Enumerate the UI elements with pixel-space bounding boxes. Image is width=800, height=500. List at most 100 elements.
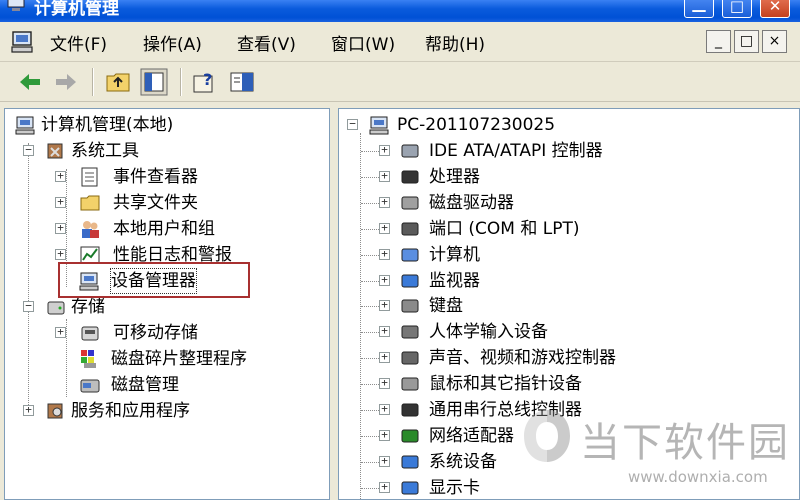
computer-icon (15, 116, 35, 135)
expand-icon[interactable]: + (379, 222, 390, 234)
minimize-button[interactable]: — (684, 0, 714, 19)
tree-label: 磁盘管理 (111, 375, 179, 395)
forward-arrow-icon[interactable] (52, 68, 80, 96)
expand-icon[interactable]: + (379, 299, 390, 312)
watermark: 当下软件园 www.downxia.com (510, 402, 800, 500)
computer-management-icon (7, 0, 25, 11)
maximize-button[interactable]: □ (722, 0, 752, 18)
expand-icon[interactable]: + (55, 222, 66, 234)
tree-label: 键盘 (429, 296, 463, 317)
mdi-minimize-button[interactable]: _ (706, 30, 731, 53)
ide-controller-icon (401, 144, 419, 158)
tree-label: 共享文件夹 (113, 193, 198, 213)
tree-line (66, 319, 67, 397)
minimize-icon: — (691, 1, 707, 19)
tree-label: 存储 (71, 297, 105, 317)
tree-label: 磁盘驱动器 (429, 192, 514, 213)
tree-label: 系统设备 (429, 451, 497, 472)
tree-label: 系统工具 (71, 141, 139, 161)
network-adapter-icon (401, 429, 419, 443)
usb-icon (401, 403, 419, 417)
title-bar[interactable]: 计算机管理 — □ ✕ (0, 0, 800, 22)
tree-line (361, 176, 379, 178)
menu-view[interactable]: 查看(V) (237, 30, 296, 55)
tree-line (28, 143, 29, 413)
close-icon: ✕ (768, 0, 782, 15)
console-tree-pane[interactable]: 计算机管理(本地) − 系统工具 + 事件查看器 + 共享文件夹 + 本地用户和… (4, 108, 330, 500)
expand-icon[interactable]: + (379, 377, 390, 390)
tree-label: 计算机 (429, 244, 480, 265)
show-action-pane-icon[interactable] (228, 68, 256, 96)
services-icon (47, 403, 63, 419)
tree-label: 计算机管理(本地) (41, 115, 174, 135)
expand-icon[interactable]: + (379, 403, 390, 415)
tree-label: 监视器 (429, 270, 480, 291)
collapse-icon[interactable]: − (23, 300, 34, 312)
users-icon (82, 221, 99, 238)
expand-icon[interactable]: + (379, 429, 390, 441)
mdi-restore-button[interactable]: □ (734, 30, 759, 53)
expand-icon[interactable]: + (379, 351, 390, 364)
tree-line (361, 461, 379, 463)
tree-label: 鼠标和其它指针设备 (429, 374, 582, 395)
tree-label: 端口 (COM 和 LPT) (429, 218, 580, 239)
menu-action[interactable]: 操作(A) (143, 30, 202, 55)
tree-line (361, 228, 379, 230)
computer-icon (369, 116, 389, 135)
tree-line (361, 384, 379, 386)
menu-bar: 文件(F) 操作(A) 查看(V) 窗口(W) 帮助(H) _ □ × (0, 22, 800, 62)
collapse-icon[interactable]: − (23, 144, 34, 156)
menu-help[interactable]: 帮助(H) (425, 30, 485, 55)
event-viewer-icon (81, 167, 98, 187)
watermark-logo-icon (524, 410, 570, 462)
expand-icon[interactable]: + (379, 274, 390, 286)
mdi-close-button[interactable]: × (762, 30, 787, 53)
show-tree-icon[interactable] (140, 68, 168, 96)
shared-folder-icon (80, 195, 100, 211)
expand-icon[interactable]: + (55, 170, 66, 182)
keyboard-icon (401, 299, 419, 313)
tree-line (361, 202, 379, 204)
menu-window[interactable]: 窗口(W) (331, 30, 395, 55)
up-folder-icon[interactable] (104, 68, 132, 96)
back-arrow-icon[interactable] (16, 68, 44, 96)
tree-line (361, 410, 379, 411)
tree-label: 服务和应用程序 (71, 401, 190, 421)
defrag-icon (81, 350, 96, 368)
toolbar-separator (92, 68, 94, 96)
tree-label: 显示卡 (429, 477, 480, 498)
expand-icon[interactable]: + (55, 248, 66, 260)
computer-icon (401, 248, 419, 262)
tree-label: 网络适配器 (429, 425, 514, 446)
help-properties-icon[interactable]: ? (190, 68, 218, 96)
storage-icon (47, 301, 65, 315)
expand-icon[interactable]: + (379, 170, 390, 182)
removable-storage-icon (81, 326, 99, 341)
close-button[interactable]: ✕ (760, 0, 790, 18)
processor-icon (401, 170, 419, 184)
disk-drive-icon (401, 196, 419, 210)
expand-icon[interactable]: + (379, 455, 390, 467)
expand-icon[interactable]: + (23, 404, 34, 416)
tree-label: 可移动存储 (113, 323, 198, 343)
port-icon (401, 222, 419, 236)
expand-icon[interactable]: + (379, 481, 390, 493)
expand-icon[interactable]: + (379, 325, 390, 338)
tree-label: 人体学输入设备 (429, 322, 548, 343)
tree-label: 本地用户和组 (113, 219, 215, 239)
system-device-icon (401, 455, 419, 469)
expand-icon[interactable]: + (379, 248, 390, 260)
expand-icon[interactable]: + (379, 144, 390, 156)
expand-icon[interactable]: + (55, 196, 66, 208)
expand-icon[interactable]: + (379, 196, 390, 208)
computer-icon[interactable] (10, 30, 36, 54)
tree-label: IDE ATA/ATAPI 控制器 (429, 141, 603, 161)
expand-icon[interactable]: + (55, 326, 66, 338)
collapse-icon[interactable]: − (347, 118, 358, 130)
mouse-icon (401, 377, 419, 391)
sound-icon (401, 351, 419, 365)
tree-line (361, 435, 379, 437)
tree-line (361, 487, 379, 489)
maximize-icon: □ (729, 0, 745, 15)
menu-file[interactable]: 文件(F) (50, 30, 107, 55)
